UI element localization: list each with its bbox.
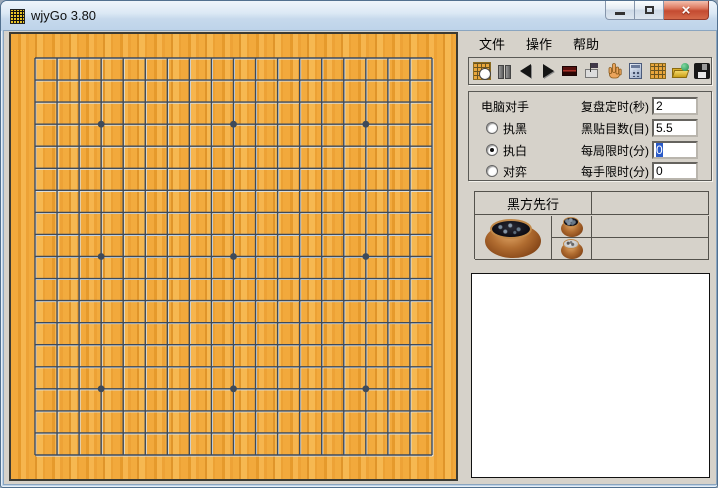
move-time-limit-value: 0 [656, 164, 663, 178]
komi-input[interactable]: 5.5 [652, 119, 698, 137]
app-goboard-icon [10, 9, 25, 24]
board-timer-button[interactable] [472, 61, 492, 81]
flag-icon [591, 63, 598, 68]
menu-file[interactable]: 文件 [474, 32, 510, 55]
game-time-limit-input[interactable]: 0 [652, 141, 698, 159]
grid-icon [650, 63, 666, 79]
radio-play-black[interactable] [486, 122, 498, 134]
arrow-right-icon [543, 64, 554, 78]
replay-timer-value: 2 [656, 99, 663, 113]
step-forward-button[interactable] [538, 61, 558, 81]
open-file-button[interactable] [670, 61, 690, 81]
field-row-replay-timer: 复盘定时(秒) 2 [564, 97, 698, 115]
title-bar[interactable]: wjyGo 3.80 × [1, 1, 717, 31]
turn-indicator: 黑方先行 [475, 192, 592, 214]
stop-icon [562, 66, 577, 76]
field-row-komi: 黑贴目数(目) 5.5 [564, 119, 698, 137]
radio-play-white[interactable] [486, 144, 498, 156]
menu-operation[interactable]: 操作 [521, 32, 557, 55]
white-stones-bowl-small [561, 239, 583, 259]
floppy-save-icon [694, 63, 710, 79]
black-bowl-cell [552, 216, 591, 238]
game-time-limit-value: 0 [656, 143, 663, 157]
field-row-move-time-limit: 每手限时(分) 0 [564, 162, 698, 180]
radio-row-play-black[interactable]: 执黑 [486, 120, 527, 136]
black-stones-bowl-small [561, 217, 583, 237]
flag-button[interactable] [582, 61, 602, 81]
komi-value: 5.5 [656, 121, 673, 135]
radio-versus-label: 对弈 [503, 163, 527, 180]
replay-timer-label: 复盘定时(秒) [581, 98, 649, 115]
score-calculator-button[interactable] [626, 61, 646, 81]
maximize-button[interactable] [635, 1, 664, 20]
folder-arrow-icon [681, 63, 689, 71]
move-list[interactable] [471, 273, 710, 478]
black-stones [490, 219, 532, 239]
status-row-bowls [475, 216, 709, 260]
white-bowl-cell [552, 238, 591, 259]
menu-help[interactable]: 帮助 [568, 32, 604, 55]
minimize-button[interactable] [605, 1, 635, 20]
status-table: 黑方先行 [474, 191, 709, 259]
small-bowls-column [552, 216, 592, 259]
move-time-limit-input[interactable]: 0 [652, 162, 698, 180]
move-time-limit-label: 每手限时(分) [581, 163, 649, 180]
client-area: 文件 操作 帮助 [4, 31, 716, 484]
komi-label: 黑贴目数(目) [581, 120, 649, 137]
black-stones-bowl-large [485, 218, 541, 258]
status-row-turn: 黑方先行 [475, 192, 709, 215]
go-board[interactable] [9, 32, 458, 481]
status-empty-column [592, 216, 709, 259]
go-board-grid [11, 34, 456, 479]
board-timer-icon [473, 62, 491, 80]
hand-icon [604, 61, 624, 81]
turn-indicator-empty-cell [592, 192, 709, 214]
captured-stones-cell-large [475, 216, 552, 259]
minimize-icon [615, 12, 625, 15]
hand-pass-button[interactable] [604, 61, 624, 81]
window-title: wjyGo 3.80 [31, 8, 96, 23]
status-empty-cell-bottom [592, 238, 708, 259]
status-empty-cell-top [592, 216, 708, 238]
pause-button[interactable] [494, 61, 514, 81]
radio-row-versus[interactable]: 对弈 [486, 163, 527, 179]
close-button[interactable]: × [664, 1, 709, 20]
close-icon: × [682, 3, 691, 18]
step-back-button[interactable] [516, 61, 536, 81]
radio-play-black-label: 执黑 [503, 120, 527, 137]
black-stones [563, 217, 579, 227]
flag-base-icon [585, 69, 598, 78]
field-row-game-time-limit: 每局限时(分) 0 [564, 141, 698, 159]
board-grid-button[interactable] [648, 61, 668, 81]
replay-timer-input[interactable]: 2 [652, 97, 698, 115]
arrow-left-icon [520, 64, 531, 78]
white-stones [563, 239, 579, 249]
app-window: wjyGo 3.80 × 文件 操作 帮助 [0, 0, 718, 488]
save-file-button[interactable] [692, 61, 712, 81]
computer-opponent-label: 电脑对手 [481, 98, 529, 115]
open-folder-icon [672, 70, 690, 78]
toolbar [468, 57, 712, 85]
menu-bar: 文件 操作 帮助 [474, 34, 615, 53]
maximize-icon [645, 6, 654, 14]
settings-group: 电脑对手 执黑 执白 对弈 复盘定时(秒) 2 黑贴目数(目) 5.5 [468, 91, 712, 181]
calculator-icon [629, 63, 642, 79]
game-time-limit-label: 每局限时(分) [581, 142, 649, 159]
radio-row-play-white[interactable]: 执白 [486, 142, 527, 158]
radio-play-white-label: 执白 [503, 142, 527, 159]
stop-button[interactable] [560, 61, 580, 81]
radio-versus[interactable] [486, 165, 498, 177]
